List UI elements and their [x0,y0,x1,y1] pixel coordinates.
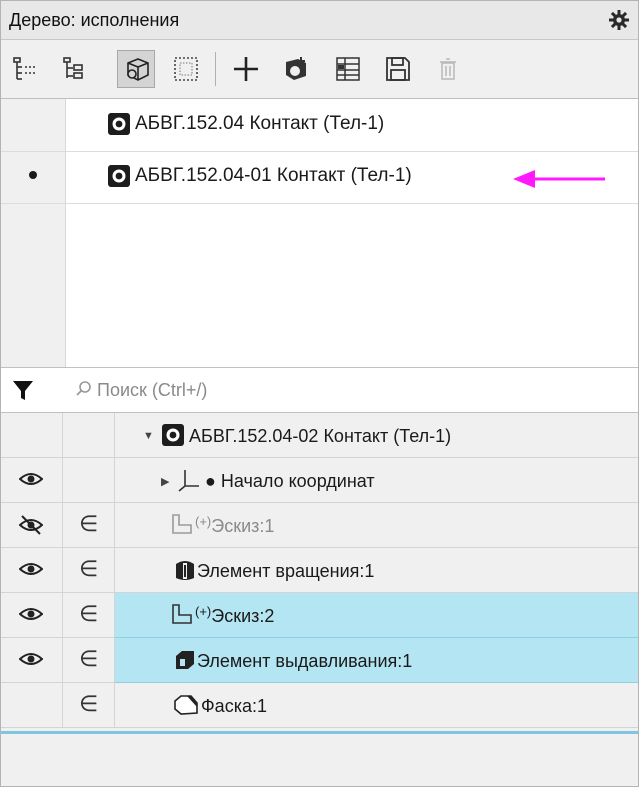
element-of-icon: ∈ [79,512,99,537]
variant-membership-cell[interactable]: ∈ [63,503,115,548]
collapse-arrow-icon[interactable]: ▶ [161,475,169,488]
eye-icon[interactable] [19,605,43,623]
visibility-cell[interactable] [1,683,63,728]
table-button[interactable] [329,50,367,88]
variant-row[interactable]: АБВГ.152.04 Контакт (Тел-1) [1,99,638,152]
element-of-icon: ∈ [79,602,99,627]
variant-membership-cell[interactable]: ∈ [63,593,115,638]
current-variant-dot [29,171,37,179]
delete-button[interactable] [429,50,467,88]
toolbar [1,40,638,99]
tree-bottom-highlight [1,731,638,734]
variant-body-icon [162,424,184,446]
tree-row-selected[interactable]: ∈ (+)Эскиз:2 [1,593,638,638]
visibility-cell[interactable] [1,503,63,548]
model-tree: ▼ АБВГ.152.04-02 Контакт (Тел-1) ▶ ● Нач… [1,413,638,786]
panel-title: Дерево: исполнения [9,10,180,30]
eye-icon[interactable] [19,650,43,668]
delete-icon [440,58,456,80]
select-area-icon [174,57,198,81]
tree-node-cell: (+)Эскиз:1 [115,503,638,548]
eye-icon[interactable] [19,470,43,488]
tree-row[interactable]: ∈ (+)Эскиз:1 [1,503,638,548]
show-variants-button[interactable] [117,50,155,88]
variant-body-icon [108,113,130,135]
refresh-add-button[interactable] [277,50,315,88]
revolve-feature-icon [176,561,194,580]
tree-root-row[interactable]: ▼ АБВГ.152.04-02 Контакт (Тел-1) [1,413,638,458]
tree-node-cell: Элемент выдавливания:1 [115,638,638,683]
tree-view-1-icon [13,57,37,80]
tree-node-cell: ▶ ● Начало координат [115,458,638,503]
chamfer-icon [174,695,198,715]
variant-membership-cell[interactable]: ∈ [63,638,115,683]
visibility-cell [1,413,63,458]
save-icon [386,57,410,81]
tree-view-2-icon [63,57,83,79]
variants-list: АБВГ.152.04 Контакт (Тел-1) АБВГ.152.04-… [1,99,638,368]
variants-tree-panel: Дерево: исполнения АБВГ.152.04 Контакт (… [0,0,639,787]
tree-node-cell: Элемент вращения:1 [115,548,638,593]
tree-view-1-button[interactable] [7,50,45,88]
visibility-cell[interactable] [1,548,63,593]
sketch-icon [172,604,192,624]
tree-row[interactable]: ∈ Фаска:1 [1,683,638,728]
tree-node-label: Элемент вращения:1 [197,561,375,581]
sketch-icon [172,514,192,534]
panel-title-bar: Дерево: исполнения [1,1,638,40]
tree-row[interactable]: ▶ ● Начало координат [1,458,638,503]
variant-membership-cell [63,413,115,458]
origin-axes-icon [178,470,199,492]
expand-arrow-icon[interactable]: ▼ [143,430,154,442]
tree-root-label: АБВГ.152.04-02 Контакт (Тел-1) [189,426,452,446]
search-input[interactable] [95,374,619,406]
visibility-cell[interactable] [1,458,63,503]
eye-icon[interactable] [19,560,43,578]
add-button[interactable] [227,50,265,88]
extrude-feature-icon [176,651,194,669]
add-icon [234,57,258,81]
filter-icon[interactable] [11,378,35,402]
tree-node-label: Фаска:1 [201,696,267,716]
variant-body-icon [108,165,130,187]
variant-membership-cell [63,458,115,503]
tree-node-label: (+)Эскиз:1 [195,514,275,536]
variant-membership-cell[interactable]: ∈ [63,683,115,728]
tree-view-2-button[interactable] [57,50,95,88]
element-of-icon: ∈ [79,692,99,717]
tree-node-cell: (+)Эскиз:2 [115,593,638,638]
variant-label: АБВГ.152.04-01 Контакт (Тел-1) [135,165,412,186]
search-icon [76,381,91,396]
tree-node-cell: Фаска:1 [115,683,638,728]
search-bar [1,368,638,413]
save-button[interactable] [379,50,417,88]
tree-node-label: ● Начало координат [205,471,375,491]
toolbar-separator [215,52,216,86]
variant-label: АБВГ.152.04 Контакт (Тел-1) [135,113,385,134]
tree-row-selected[interactable]: ∈ Элемент выдавливания:1 [1,638,638,683]
eye-hidden-icon[interactable] [19,515,43,535]
tree-node-cell: ▼ АБВГ.152.04-02 Контакт (Тел-1) [115,413,638,458]
show-variants-icon [127,58,149,81]
refresh-add-icon [286,57,306,80]
table-icon [336,57,360,81]
tree-node-label: (+)Эскиз:2 [195,604,275,626]
select-area-button[interactable] [167,50,205,88]
tree-row[interactable]: ∈ Элемент вращения:1 [1,548,638,593]
element-of-icon: ∈ [79,557,99,582]
element-of-icon: ∈ [79,647,99,672]
tree-node-label: Элемент выдавливания:1 [197,651,413,671]
visibility-cell[interactable] [1,593,63,638]
visibility-cell[interactable] [1,638,63,683]
gear-icon[interactable] [608,9,630,31]
variant-membership-cell[interactable]: ∈ [63,548,115,593]
magenta-arrow-annotation [513,170,605,188]
